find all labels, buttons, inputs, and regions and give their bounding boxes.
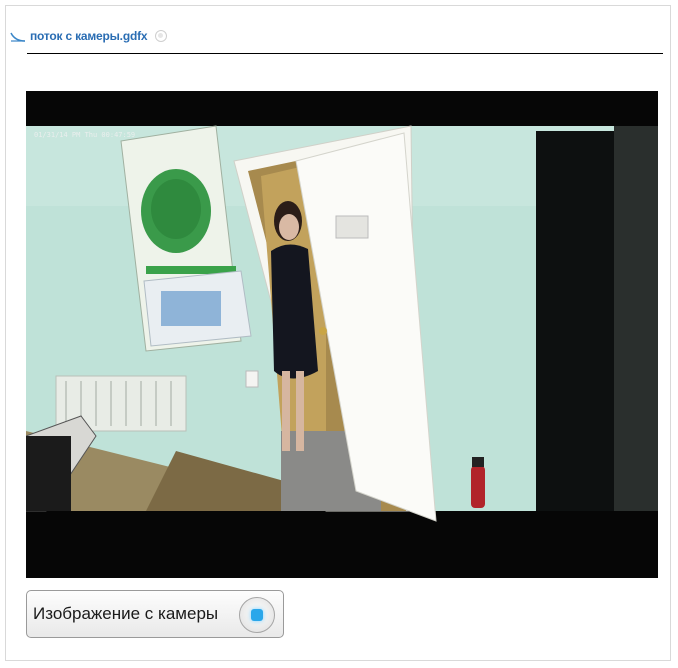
camera-video-view: 01/31/14 PM Thu 00:47:59 (26, 91, 658, 578)
tab-underline (27, 53, 663, 54)
flow-file-icon (10, 29, 26, 43)
close-icon[interactable] (155, 30, 168, 42)
camera-timestamp: 01/31/14 PM Thu 00:47:59 (34, 131, 136, 139)
tab-label: поток с камеры.gdfx (30, 29, 148, 43)
status-indicator-icon (239, 597, 275, 633)
camera-image-button-label: Изображение с камеры (33, 604, 219, 623)
document-tab[interactable]: поток с камеры.gdfx (10, 22, 168, 50)
camera-image-button[interactable]: Изображение с камеры (26, 590, 284, 638)
